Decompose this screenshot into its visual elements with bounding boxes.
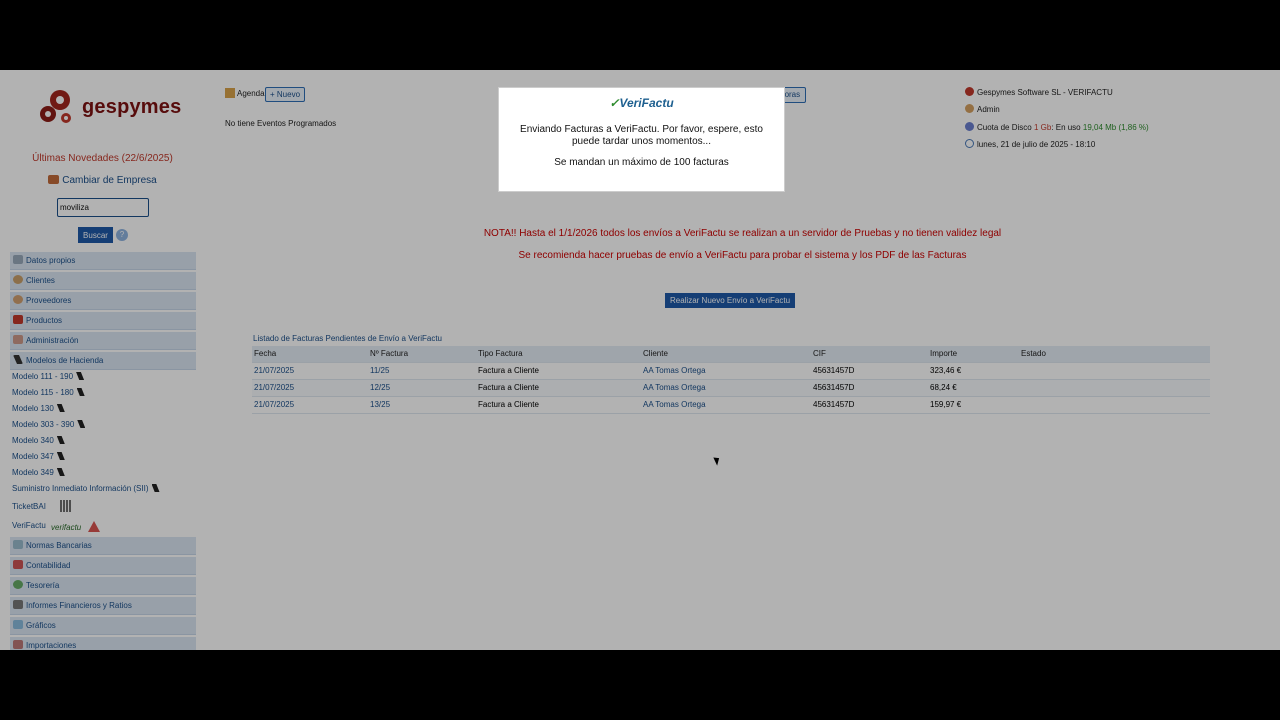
- max-invoices-note: Se mandan un máximo de 100 facturas: [554, 157, 729, 168]
- sending-message: Enviando Facturas a VeriFactu. Por favor…: [520, 124, 763, 147]
- app-window: gespymes Últimas Novedades (22/6/2025) C…: [0, 70, 1280, 650]
- sending-dialog: ✓VeriFactu Enviando Facturas a VeriFactu…: [498, 87, 785, 192]
- verifactu-logo-text: VeriFactu: [619, 96, 674, 110]
- verifactu-logo: ✓VeriFactu: [499, 96, 784, 110]
- check-icon: ✓: [609, 96, 620, 110]
